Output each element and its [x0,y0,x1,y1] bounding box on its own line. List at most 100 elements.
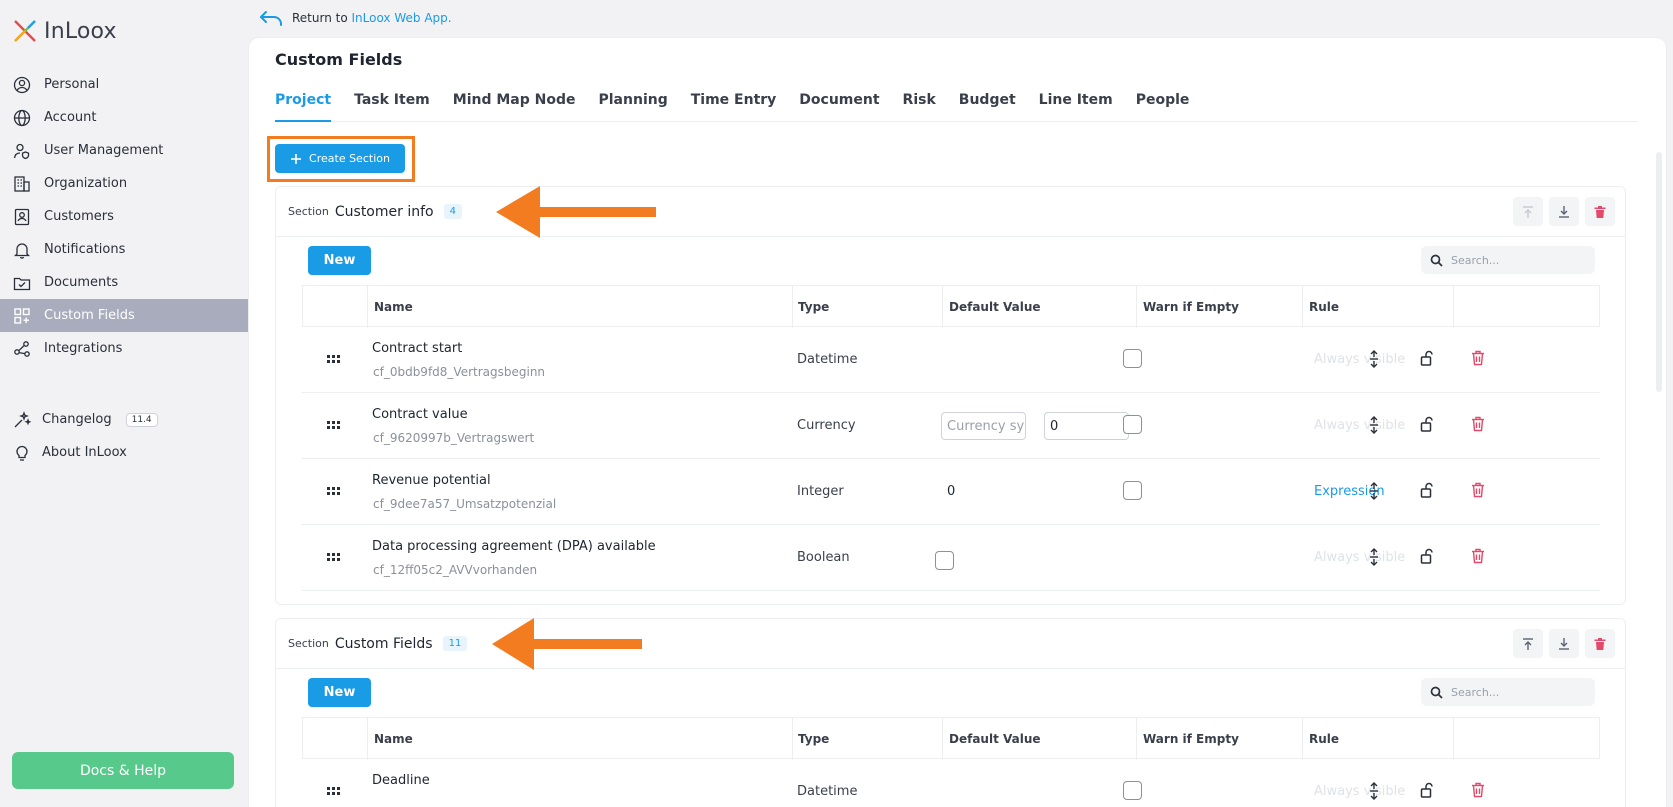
delete-field-trash-icon[interactable] [1471,416,1485,432]
create-section-button[interactable]: Create Section [275,144,405,173]
delete-section-button[interactable] [1585,197,1615,226]
unlock-icon[interactable] [1420,350,1434,366]
return-bar: Return to InLoox Web App. [258,8,452,28]
drag-handle-icon[interactable] [327,354,341,364]
drag-handle-icon[interactable] [327,420,341,430]
column-header-default[interactable]: Default Value [949,300,1041,314]
warn-if-empty-checkbox[interactable] [1123,415,1142,434]
delete-section-button[interactable] [1585,629,1615,658]
return-text: Return to InLoox Web App. [292,11,452,25]
field-name[interactable]: Data processing agreement (DPA) availabl… [372,539,656,554]
annotation-arrow-icon [492,618,642,670]
docs-help-button[interactable]: Docs & Help [12,752,234,789]
search-input[interactable] [1451,253,1581,267]
search-input[interactable] [1451,685,1581,699]
column-header-name[interactable]: Name [374,732,413,746]
section-customer-info: Section Customer info 4 New Name [275,186,1626,605]
tab-mind-map-node[interactable]: Mind Map Node [453,92,576,122]
column-header-rule[interactable]: Rule [1309,300,1339,314]
logo[interactable]: InLoox [12,18,117,44]
unlock-icon[interactable] [1420,416,1434,432]
tab-document[interactable]: Document [799,92,879,122]
sidebar-item-label: Integrations [44,341,123,356]
warn-if-empty-checkbox[interactable] [1123,781,1142,800]
tab-budget[interactable]: Budget [959,92,1016,122]
field-rule[interactable]: Always visible [1314,784,1405,799]
sidebar-item-label: Custom Fields [44,308,135,323]
delete-field-trash-icon[interactable] [1471,548,1485,564]
drag-handle-icon[interactable] [327,786,341,796]
move-section-up-button[interactable] [1513,629,1543,658]
sidebar-item-notifications[interactable]: Notifications [0,233,248,266]
tab-project[interactable]: Project [275,92,332,122]
drag-handle-icon[interactable] [327,552,341,562]
field-name[interactable]: Contract start [372,341,462,356]
sidebar-item-integrations[interactable]: Integrations [0,332,248,365]
share-nodes-icon [12,339,32,359]
sidebar-item-organization[interactable]: Organization [0,167,248,200]
move-section-down-button[interactable] [1549,197,1579,226]
column-header-type[interactable]: Type [798,300,829,314]
tab-task-item[interactable]: Task Item [354,92,430,122]
field-rule[interactable]: Always visible [1314,418,1405,433]
new-field-button[interactable]: New [308,246,371,275]
sidebar-item-account[interactable]: Account [0,101,248,134]
column-header-name[interactable]: Name [374,300,413,314]
column-header-type[interactable]: Type [798,732,829,746]
tab-planning[interactable]: Planning [599,92,668,122]
sidebar-item-documents[interactable]: Documents [0,266,248,299]
new-field-button[interactable]: New [308,678,371,707]
field-name[interactable]: Contract value [372,407,468,422]
field-key: cf_9620997b_Vertragswert [373,431,535,445]
field-name[interactable]: Deadline [372,773,430,788]
search-icon [1430,686,1443,699]
sidebar-item-user-management[interactable]: User Management [0,134,248,167]
expand-collapse-icon[interactable] [1368,416,1380,434]
sidebar-item-changelog[interactable]: Changelog 11.4 [0,403,248,436]
delete-field-trash-icon[interactable] [1471,350,1485,366]
warn-if-empty-checkbox[interactable] [1123,349,1142,368]
field-name[interactable]: Revenue potential [372,473,491,488]
section-name[interactable]: Customer info [335,204,434,220]
currency-symbol-input[interactable] [941,412,1026,440]
return-link[interactable]: InLoox Web App. [352,11,452,25]
table-row: Data processing agreement (DPA) availabl… [302,525,1600,591]
section-count-badge: 11 [442,636,468,651]
tab-line-item[interactable]: Line Item [1039,92,1113,122]
expand-collapse-icon[interactable] [1368,548,1380,566]
move-section-down-button[interactable] [1549,629,1579,658]
unlock-icon[interactable] [1420,548,1434,564]
column-header-warn[interactable]: Warn if Empty [1143,300,1239,314]
tab-time-entry[interactable]: Time Entry [691,92,777,122]
column-header-warn[interactable]: Warn if Empty [1143,732,1239,746]
field-rule[interactable]: Always visible [1314,550,1405,565]
section-actions [1513,197,1615,226]
expand-collapse-icon[interactable] [1368,350,1380,368]
column-header-default[interactable]: Default Value [949,732,1041,746]
sidebar-item-about[interactable]: About InLoox [0,436,248,469]
scrollbar[interactable] [1656,152,1662,392]
unlock-icon[interactable] [1420,482,1434,498]
expand-collapse-icon[interactable] [1368,782,1380,800]
sidebar-item-personal[interactable]: Personal [0,68,248,101]
amount-input[interactable] [1044,412,1129,440]
entity-tabs: Project Task Item Mind Map Node Planning… [275,92,1638,122]
sidebar-item-customers[interactable]: Customers [0,200,248,233]
warn-if-empty-checkbox[interactable] [1123,481,1142,500]
delete-field-trash-icon[interactable] [1471,482,1485,498]
section-name[interactable]: Custom Fields [335,636,433,652]
drag-handle-icon[interactable] [327,486,341,496]
column-header-rule[interactable]: Rule [1309,732,1339,746]
table-header: Name Type Default Value Warn if Empty Ru… [302,717,1600,760]
sidebar-item-custom-fields[interactable]: Custom Fields [0,299,248,332]
expand-collapse-icon[interactable] [1368,482,1380,500]
unlock-icon[interactable] [1420,782,1434,798]
default-value-checkbox[interactable] [935,551,954,570]
return-arrow-icon[interactable] [258,9,284,27]
delete-field-trash-icon[interactable] [1471,782,1485,798]
section-custom-fields: Section Custom Fields 11 New Name [275,618,1626,807]
move-section-top-button[interactable] [1513,197,1543,226]
tab-risk[interactable]: Risk [903,92,936,122]
field-rule[interactable]: Always visible [1314,352,1405,367]
tab-people[interactable]: People [1136,92,1190,122]
